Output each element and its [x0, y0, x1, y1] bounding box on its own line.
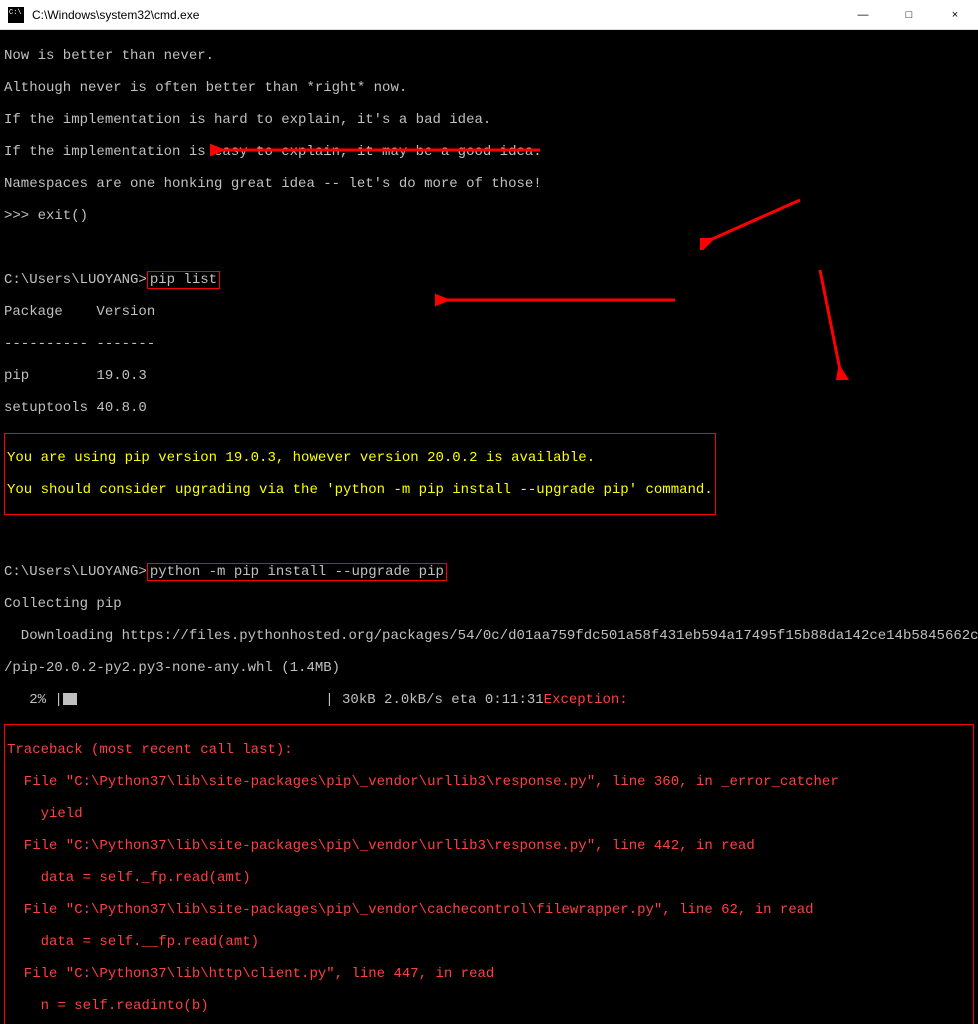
- traceback-header: Traceback (most recent call last):: [7, 742, 971, 758]
- progress-stats: | 30kB 2.0kB/s eta 0:11:31: [317, 692, 544, 708]
- minimize-button[interactable]: —: [840, 0, 886, 29]
- command-line: C:\Users\LUOYANG>pip list: [4, 272, 974, 288]
- pip-list-header: Package Version: [4, 304, 974, 320]
- pip-list-divider: ---------- -------: [4, 336, 974, 352]
- exception-label: Exception:: [544, 692, 628, 708]
- zen-line: Namespaces are one honking great idea --…: [4, 176, 974, 192]
- traceback-line: File "C:\Python37\lib\http\client.py", l…: [7, 966, 971, 982]
- progress-bar-fill: [63, 693, 77, 705]
- command-line: C:\Users\LUOYANG>python -m pip install -…: [4, 564, 974, 580]
- traceback-line: File "C:\Python37\lib\site-packages\pip\…: [7, 838, 971, 854]
- highlight-box-traceback: Traceback (most recent call last): File …: [4, 724, 974, 1024]
- pip-list-row: setuptools 40.8.0: [4, 400, 974, 416]
- traceback-line: File "C:\Python37\lib\site-packages\pip\…: [7, 774, 971, 790]
- window-title: C:\Windows\system32\cmd.exe: [32, 8, 840, 22]
- traceback-line: File "C:\Python37\lib\site-packages\pip\…: [7, 902, 971, 918]
- highlight-box-pip-list: pip list: [147, 271, 220, 289]
- pip-output: Collecting pip: [4, 596, 974, 612]
- window-controls: — □ ×: [840, 0, 978, 29]
- zen-line: If the implementation is easy to explain…: [4, 144, 974, 160]
- pip-download: Downloading https://files.pythonhosted.o…: [4, 628, 974, 644]
- window-titlebar: C:\Windows\system32\cmd.exe — □ ×: [0, 0, 978, 30]
- prompt: C:\Users\LUOYANG>: [4, 272, 147, 288]
- highlight-box-upgrade-cmd: python -m pip install --upgrade pip: [147, 563, 447, 581]
- prompt: C:\Users\LUOYANG>: [4, 564, 147, 580]
- highlight-box-warning: You are using pip version 19.0.3, howeve…: [4, 433, 716, 515]
- pip-warning: You are using pip version 19.0.3, howeve…: [7, 450, 713, 466]
- traceback-line: data = self.__fp.read(amt): [7, 934, 971, 950]
- zen-line: Although never is often better than *rig…: [4, 80, 974, 96]
- progress-line: 2% | | 30kB 2.0kB/s eta 0:11:31Exception…: [4, 692, 974, 708]
- blank-line: [4, 532, 974, 548]
- console-output[interactable]: Now is better than never. Although never…: [0, 30, 978, 1024]
- cmd-icon: [8, 7, 24, 23]
- blank-line: [4, 240, 974, 256]
- traceback-line: data = self._fp.read(amt): [7, 870, 971, 886]
- pip-download: /pip-20.0.2-py2.py3-none-any.whl (1.4MB): [4, 660, 974, 676]
- pip-list-row: pip 19.0.3: [4, 368, 974, 384]
- close-button[interactable]: ×: [932, 0, 978, 29]
- progress-percent: 2%: [4, 692, 54, 708]
- traceback-line: yield: [7, 806, 971, 822]
- python-exit: >>> exit(): [4, 208, 974, 224]
- zen-line: Now is better than never.: [4, 48, 974, 64]
- traceback-line: n = self.readinto(b): [7, 998, 971, 1014]
- zen-line: If the implementation is hard to explain…: [4, 112, 974, 128]
- maximize-button[interactable]: □: [886, 0, 932, 29]
- progress-bar-empty: [77, 693, 317, 706]
- pip-warning: You should consider upgrading via the 'p…: [7, 482, 713, 498]
